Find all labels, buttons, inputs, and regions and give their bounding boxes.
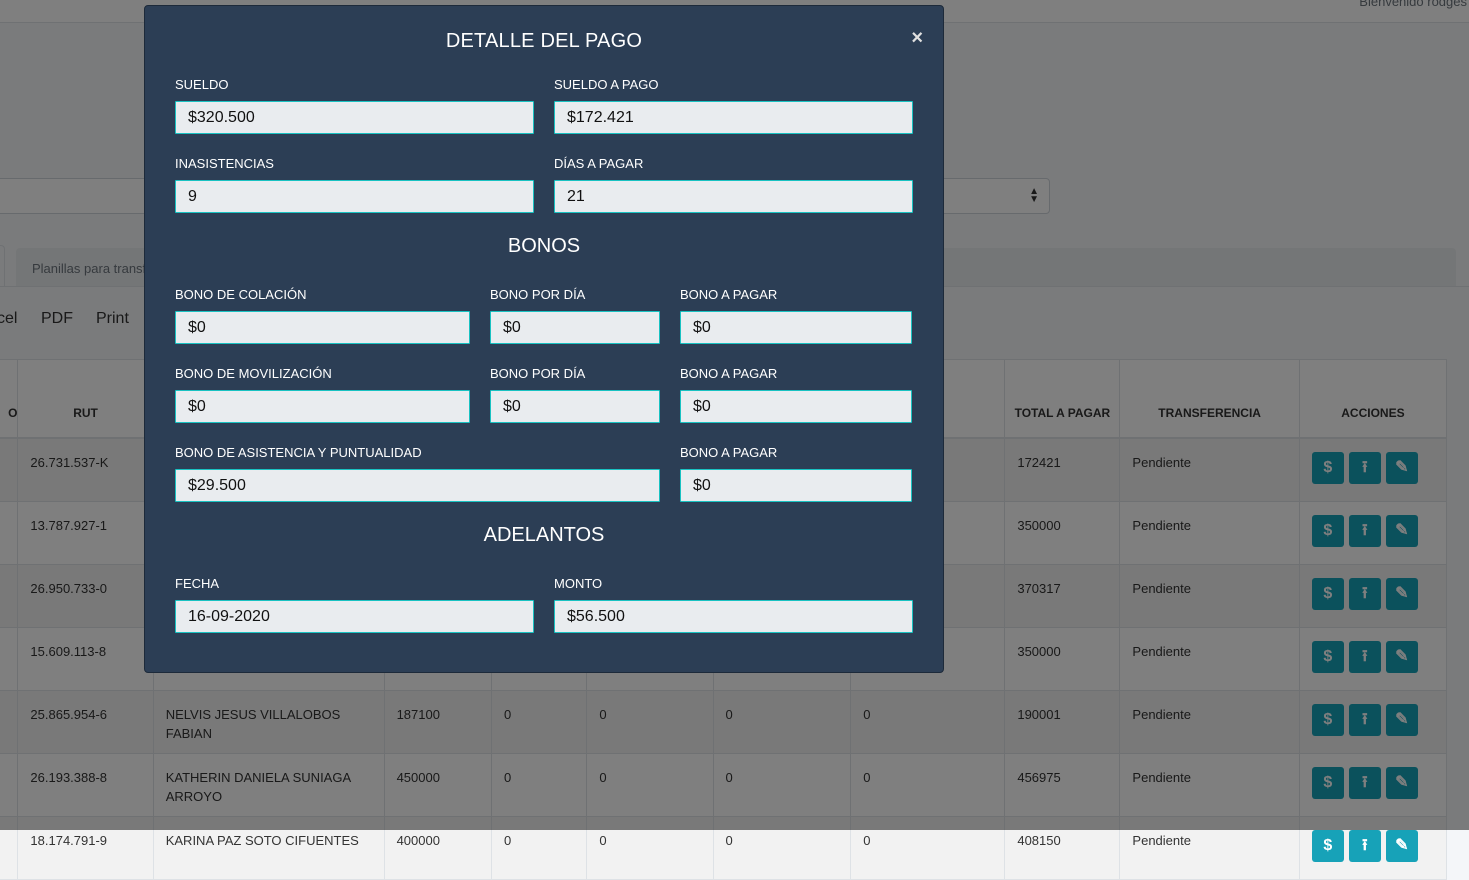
sueldo-pago-label: SUELDO A PAGO bbox=[554, 77, 659, 92]
asistencia-pagar-input[interactable] bbox=[680, 469, 912, 502]
monto-input[interactable] bbox=[554, 600, 913, 633]
movilizacion-dia-label: BONO POR DÍA bbox=[490, 366, 586, 381]
movilizacion-pagar-input[interactable] bbox=[680, 390, 912, 423]
dias-pagar-field-group: DÍAS A PAGAR bbox=[554, 156, 913, 213]
upload-button[interactable]: ⭱ bbox=[1348, 830, 1381, 862]
colacion-dia-input[interactable] bbox=[490, 311, 660, 344]
colacion-dia-label: BONO POR DÍA bbox=[490, 287, 586, 302]
monto-field-group: MONTO bbox=[554, 576, 913, 633]
upload-icon: ⭱ bbox=[1362, 837, 1368, 854]
inasistencias-input[interactable] bbox=[175, 180, 534, 213]
colacion-pagar-field-group: BONO A PAGAR bbox=[680, 287, 912, 344]
colacion-input[interactable] bbox=[175, 311, 470, 344]
asistencia-pagar-field-group: BONO A PAGAR bbox=[680, 445, 912, 502]
edit-button[interactable]: ✎ bbox=[1385, 830, 1418, 862]
sueldo-field-group: SUELDO bbox=[175, 77, 534, 134]
movilizacion-input[interactable] bbox=[175, 390, 470, 423]
asistencia-label: BONO DE ASISTENCIA Y PUNTUALIDAD bbox=[175, 445, 422, 460]
modal-title: DETALLE DEL PAGO bbox=[445, 30, 643, 52]
sueldo-pago-field-group: SUELDO A PAGO bbox=[554, 77, 913, 134]
asistencia-pagar-label: BONO A PAGAR bbox=[680, 445, 778, 460]
colacion-label: BONO DE COLACIÓN bbox=[175, 287, 307, 302]
adelantos-heading: ADELANTOS bbox=[483, 524, 605, 546]
colacion-pagar-input[interactable] bbox=[680, 311, 912, 344]
dias-pagar-input[interactable] bbox=[554, 180, 913, 213]
sueldo-input[interactable] bbox=[175, 101, 534, 134]
sueldo-pago-input[interactable] bbox=[554, 101, 913, 134]
edit-icon: ✎ bbox=[1395, 837, 1409, 854]
movilizacion-pagar-label: BONO A PAGAR bbox=[680, 366, 778, 381]
dias-pagar-label: DÍAS A PAGAR bbox=[554, 156, 644, 171]
asistencia-input[interactable] bbox=[175, 469, 660, 502]
inasistencias-label: INASISTENCIAS bbox=[175, 156, 274, 171]
fecha-input[interactable] bbox=[175, 600, 534, 633]
close-icon[interactable]: × bbox=[911, 27, 923, 50]
movilizacion-dia-input[interactable] bbox=[490, 390, 660, 423]
colacion-pagar-label: BONO A PAGAR bbox=[680, 287, 778, 302]
movilizacion-pagar-field-group: BONO A PAGAR bbox=[680, 366, 912, 423]
movilizacion-field-group: BONO DE MOVILIZACIÓN bbox=[175, 366, 470, 423]
colacion-field-group: BONO DE COLACIÓN bbox=[175, 287, 470, 344]
asistencia-field-group: BONO DE ASISTENCIA Y PUNTUALIDAD bbox=[175, 445, 660, 502]
dollar-icon: $ bbox=[1323, 837, 1333, 854]
payment-detail-modal: DETALLE DEL PAGO × SUELDO SUELDO A PAGO … bbox=[144, 5, 944, 673]
dollar-button[interactable]: $ bbox=[1311, 830, 1344, 862]
sueldo-label: SUELDO bbox=[175, 77, 229, 92]
movilizacion-dia-field-group: BONO POR DÍA bbox=[490, 366, 660, 423]
monto-label: MONTO bbox=[554, 576, 603, 591]
inasistencias-field-group: INASISTENCIAS bbox=[175, 156, 534, 213]
fecha-label: FECHA bbox=[175, 576, 220, 591]
colacion-dia-field-group: BONO POR DÍA bbox=[490, 287, 660, 344]
fecha-field-group: FECHA bbox=[175, 576, 534, 633]
bonos-heading: BONOS bbox=[507, 235, 581, 257]
movilizacion-label: BONO DE MOVILIZACIÓN bbox=[175, 366, 332, 381]
